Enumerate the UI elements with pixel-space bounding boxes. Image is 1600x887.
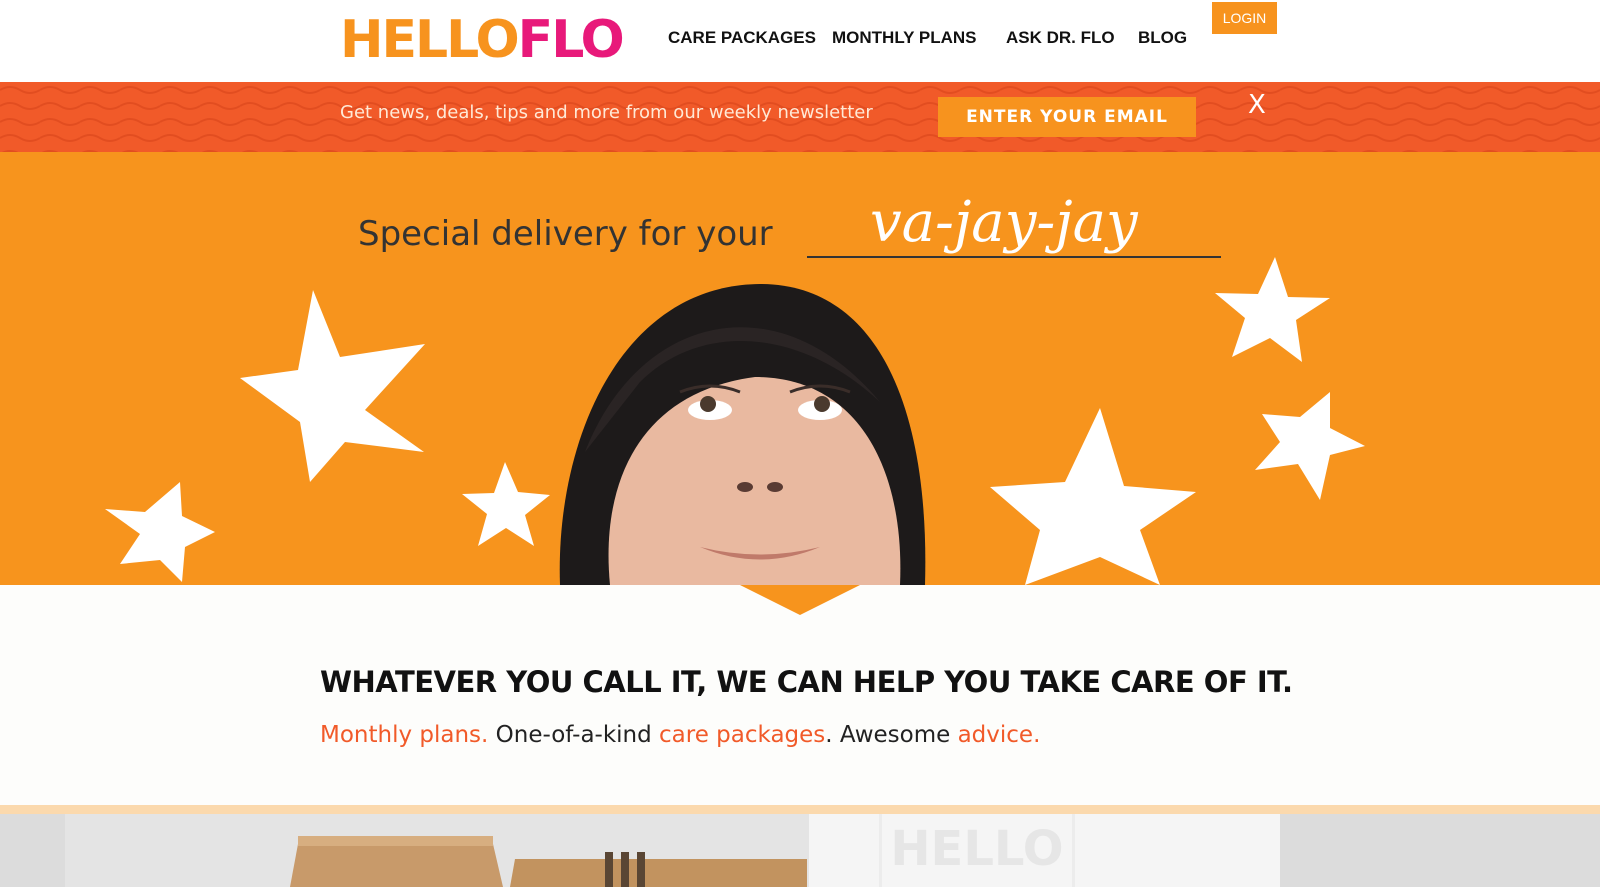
hero-blank-line bbox=[807, 256, 1221, 258]
nav-care-packages[interactable]: CARE PACKAGES bbox=[668, 28, 816, 48]
care-packages-link[interactable]: care packages bbox=[659, 722, 825, 748]
nav-ask-dr-flo[interactable]: ASK DR. FLO bbox=[1006, 28, 1115, 48]
boxes-photo bbox=[65, 814, 810, 887]
subline-text-2: . Awesome bbox=[825, 722, 958, 748]
logo-flo: FLO bbox=[517, 10, 625, 70]
boxes-illustration bbox=[290, 836, 807, 887]
site-header: HELLOFLO CARE PACKAGES MONTHLY PLANS ASK… bbox=[0, 0, 1600, 82]
monthly-plans-link[interactable]: Monthly plans. bbox=[320, 722, 488, 748]
subline-text-1: One-of-a-kind bbox=[488, 722, 660, 748]
nav-blog[interactable]: BLOG bbox=[1138, 28, 1187, 48]
intro-tagline: WHATEVER YOU CALL IT, WE CAN HELP YOU TA… bbox=[320, 665, 1293, 699]
hero-banner: Special delivery for your va-jay-jay bbox=[0, 152, 1600, 585]
star-icon bbox=[1215, 257, 1330, 362]
login-button[interactable]: LOGIN bbox=[1212, 2, 1277, 34]
star-icon bbox=[462, 462, 550, 546]
star-icon bbox=[990, 408, 1196, 585]
divider-stripe bbox=[0, 805, 1600, 814]
nav-monthly-plans[interactable]: MONTHLY PLANS bbox=[832, 28, 977, 48]
advice-link[interactable]: advice. bbox=[958, 722, 1041, 748]
hero-word: va-jay-jay bbox=[870, 190, 1138, 255]
enter-email-button[interactable]: ENTER YOUR EMAIL bbox=[938, 97, 1196, 137]
intro-subline: Monthly plans. One-of-a-kind care packag… bbox=[320, 722, 1040, 748]
box-hello-text: HELLO bbox=[879, 814, 1075, 887]
star-icon bbox=[240, 290, 425, 482]
newsletter-bar: Get news, deals, tips and more from our … bbox=[0, 82, 1600, 152]
star-icon bbox=[105, 482, 215, 582]
hero-title: Special delivery for your bbox=[358, 214, 773, 254]
woman-face bbox=[559, 284, 926, 585]
newsletter-text: Get news, deals, tips and more from our … bbox=[340, 102, 873, 123]
helloflo-logo[interactable]: HELLOFLO bbox=[340, 10, 625, 70]
hero-illustration bbox=[105, 257, 1365, 585]
branded-box-photo: HELLO bbox=[809, 814, 1280, 887]
product-photo: HELLO bbox=[0, 814, 1600, 887]
close-newsletter-button[interactable]: X bbox=[1248, 90, 1266, 120]
logo-hello: HELLO bbox=[340, 10, 520, 70]
star-icon bbox=[1255, 392, 1365, 500]
hero-notch bbox=[740, 585, 860, 615]
